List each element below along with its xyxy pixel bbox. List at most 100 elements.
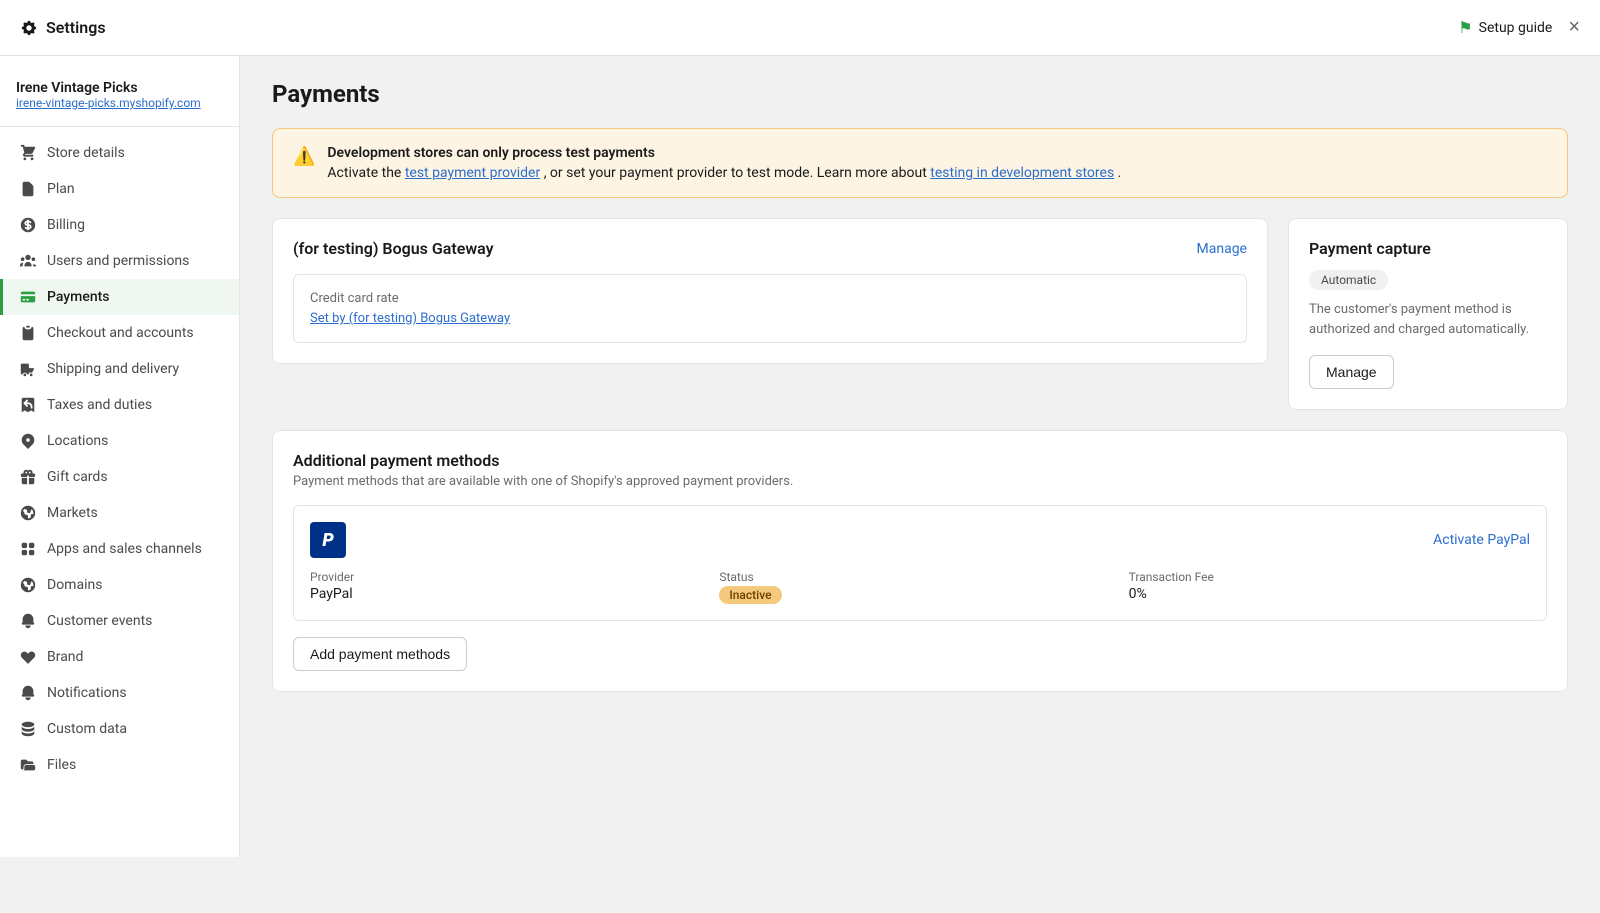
sidebar-item-store-details[interactable]: Store details xyxy=(0,135,239,171)
store-url[interactable]: irene-vintage-picks.myshopify.com xyxy=(16,96,223,110)
sidebar-item-label: Markets xyxy=(47,505,98,521)
sidebar-item-label: Billing xyxy=(47,217,85,233)
gateway-card: (for testing) Bogus Gateway Manage Credi… xyxy=(272,218,1268,364)
paypal-details: Provider PayPal Status Inactive Transact… xyxy=(310,570,1530,604)
store-icon xyxy=(19,144,37,162)
alert-title: Development stores can only process test… xyxy=(327,145,1121,161)
sidebar-item-label: Taxes and duties xyxy=(47,397,152,413)
sidebar-item-label: Domains xyxy=(47,577,102,593)
alert-banner: ⚠️ Development stores can only process t… xyxy=(272,128,1568,198)
capture-manage-button[interactable]: Manage xyxy=(1309,355,1394,389)
main-content: Payments ⚠️ Development stores can only … xyxy=(240,56,1600,857)
store-name: Irene Vintage Picks xyxy=(16,80,223,96)
additional-methods-desc: Payment methods that are available with … xyxy=(293,474,1547,489)
sidebar-item-label: Custom data xyxy=(47,721,127,737)
files-icon xyxy=(19,756,37,774)
sidebar-item-label: Gift cards xyxy=(47,469,108,485)
additional-methods-card: Additional payment methods Payment metho… xyxy=(272,430,1568,692)
gateway-name: (for testing) Bogus Gateway xyxy=(293,239,494,258)
paypal-logo: P xyxy=(310,522,346,558)
alert-content: Development stores can only process test… xyxy=(327,145,1121,181)
add-payment-methods-button[interactable]: Add payment methods xyxy=(293,637,467,671)
activate-paypal-link[interactable]: Activate PayPal xyxy=(1433,532,1530,548)
billing-icon xyxy=(19,216,37,234)
sidebar-item-domains[interactable]: Domains xyxy=(0,567,239,603)
sidebar-item-files[interactable]: Files xyxy=(0,747,239,783)
sidebar-item-label: Customer events xyxy=(47,613,152,629)
sidebar-item-label: Apps and sales channels xyxy=(47,541,202,557)
store-info: Irene Vintage Picks irene-vintage-picks.… xyxy=(0,72,239,127)
sidebar-item-customer-events[interactable]: Customer events xyxy=(0,603,239,639)
sidebar-item-custom-data[interactable]: Custom data xyxy=(0,711,239,747)
checkout-icon xyxy=(19,324,37,342)
cards-row: (for testing) Bogus Gateway Manage Credi… xyxy=(272,218,1568,410)
users-icon xyxy=(19,252,37,270)
sidebar-item-brand[interactable]: Brand xyxy=(0,639,239,675)
close-button[interactable]: × xyxy=(1568,16,1580,39)
topbar-right: ⚑ Setup guide × xyxy=(1458,16,1580,39)
sidebar-item-label: Payments xyxy=(47,289,110,305)
paypal-header: P Activate PayPal xyxy=(310,522,1530,558)
provider-label: Provider xyxy=(310,570,711,584)
paypal-row: P Activate PayPal Provider PayPal Status… xyxy=(293,505,1547,621)
paypal-provider-col: Provider PayPal xyxy=(310,570,711,604)
sidebar-item-notifications[interactable]: Notifications xyxy=(0,675,239,711)
topbar: Settings ⚑ Setup guide × xyxy=(0,0,1600,56)
paypal-status-col: Status Inactive xyxy=(719,570,1120,604)
sidebar-item-label: Brand xyxy=(47,649,83,665)
sidebar-item-label: Store details xyxy=(47,145,125,161)
flag-icon: ⚑ xyxy=(1458,18,1472,37)
fee-value: 0% xyxy=(1129,586,1530,602)
notifications-icon xyxy=(19,684,37,702)
gift-icon xyxy=(19,468,37,486)
credit-card-box: Credit card rate Set by (for testing) Bo… xyxy=(293,274,1247,343)
sidebar-item-label: Files xyxy=(47,757,76,773)
provider-value: PayPal xyxy=(310,586,711,602)
domains-icon xyxy=(19,576,37,594)
custom-data-icon xyxy=(19,720,37,738)
sidebar-item-users-permissions[interactable]: Users and permissions xyxy=(0,243,239,279)
fee-label: Transaction Fee xyxy=(1129,570,1530,584)
sidebar-item-label: Checkout and accounts xyxy=(47,325,194,341)
brand-icon xyxy=(19,648,37,666)
payments-icon xyxy=(19,288,37,306)
events-icon xyxy=(19,612,37,630)
testing-dev-stores-link[interactable]: testing in development stores xyxy=(930,165,1114,181)
setup-guide-button[interactable]: ⚑ Setup guide xyxy=(1458,18,1552,37)
sidebar-item-apps-channels[interactable]: Apps and sales channels xyxy=(0,531,239,567)
sidebar-item-locations[interactable]: Locations xyxy=(0,423,239,459)
test-payment-link[interactable]: test payment provider xyxy=(405,165,540,181)
layout: Irene Vintage Picks irene-vintage-picks.… xyxy=(0,56,1600,857)
status-badge: Inactive xyxy=(719,586,781,604)
capture-description: The customer's payment method is authori… xyxy=(1309,300,1547,339)
page-title: Payments xyxy=(272,80,1568,108)
payment-capture-title: Payment capture xyxy=(1309,239,1547,258)
setup-guide-label: Setup guide xyxy=(1479,20,1553,36)
alert-description: Activate the test payment provider , or … xyxy=(327,165,1121,181)
sidebar-item-plan[interactable]: Plan xyxy=(0,171,239,207)
sidebar-item-billing[interactable]: Billing xyxy=(0,207,239,243)
gateway-manage-link[interactable]: Manage xyxy=(1197,241,1247,257)
sidebar-item-markets[interactable]: Markets xyxy=(0,495,239,531)
gateway-card-header: (for testing) Bogus Gateway Manage xyxy=(293,239,1247,258)
status-value: Inactive xyxy=(719,586,1120,604)
sidebar-item-label: Plan xyxy=(47,181,75,197)
sidebar-item-payments[interactable]: Payments xyxy=(0,279,239,315)
capture-badge: Automatic xyxy=(1309,270,1388,290)
sidebar-item-shipping-delivery[interactable]: Shipping and delivery xyxy=(0,351,239,387)
sidebar-item-label: Users and permissions xyxy=(47,253,189,269)
sidebar-item-label: Notifications xyxy=(47,685,127,701)
sidebar-item-taxes-duties[interactable]: Taxes and duties xyxy=(0,387,239,423)
sidebar-item-checkout-accounts[interactable]: Checkout and accounts xyxy=(0,315,239,351)
topbar-title: Settings xyxy=(46,18,106,37)
markets-icon xyxy=(19,504,37,522)
status-label: Status xyxy=(719,570,1120,584)
credit-card-gateway-link[interactable]: Set by (for testing) Bogus Gateway xyxy=(310,311,510,326)
topbar-left: Settings xyxy=(20,18,106,37)
locations-icon xyxy=(19,432,37,450)
sidebar-item-gift-cards[interactable]: Gift cards xyxy=(0,459,239,495)
plan-icon xyxy=(19,180,37,198)
sidebar: Irene Vintage Picks irene-vintage-picks.… xyxy=(0,56,240,857)
payment-capture-card: Payment capture Automatic The customer's… xyxy=(1288,218,1568,410)
additional-methods-title: Additional payment methods xyxy=(293,451,1547,470)
